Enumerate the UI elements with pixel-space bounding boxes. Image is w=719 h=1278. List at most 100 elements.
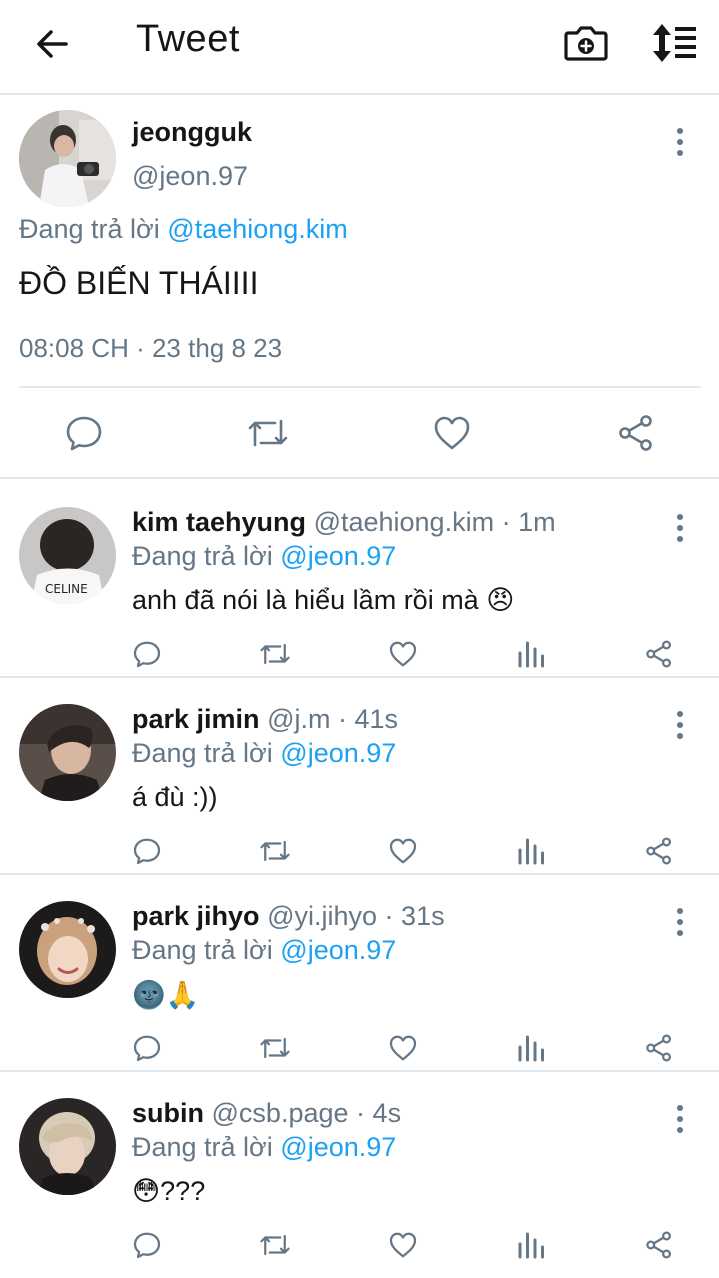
avatar-image — [19, 704, 116, 801]
reply-time: 4s — [372, 1098, 402, 1128]
more-options-button[interactable] — [665, 905, 695, 939]
share-button[interactable] — [610, 407, 662, 459]
reply-button[interactable] — [129, 636, 165, 672]
share-icon — [646, 1231, 671, 1259]
author-name[interactable]: park jimin — [132, 704, 260, 734]
reply-button[interactable] — [129, 833, 165, 869]
avatar[interactable] — [19, 901, 116, 998]
reply-icon — [133, 1035, 161, 1062]
reply-button[interactable] — [58, 407, 110, 459]
replying-to-label: Đang trả lời — [132, 935, 273, 965]
retweet-button[interactable] — [257, 1227, 293, 1263]
replying-to: Đang trả lời @jeon.97 — [132, 1132, 396, 1163]
share-button[interactable] — [641, 636, 677, 672]
author-name[interactable]: kim taehyung — [132, 507, 306, 537]
replying-to-handle-link[interactable]: @jeon.97 — [280, 935, 396, 965]
replying-to-label: Đang trả lời — [132, 1132, 273, 1162]
svg-text:CELINE: CELINE — [45, 582, 88, 596]
like-icon — [434, 416, 470, 450]
retweet-button[interactable] — [257, 833, 293, 869]
reply-button[interactable] — [129, 1030, 165, 1066]
more-vertical-icon — [677, 711, 683, 739]
like-button[interactable] — [426, 407, 478, 459]
like-icon — [389, 641, 417, 667]
replying-to: Đang trả lời @jeon.97 — [132, 541, 396, 572]
analytics-button[interactable] — [513, 1227, 549, 1263]
author-name[interactable]: park jihyo — [132, 901, 260, 931]
page-title: Tweet — [136, 18, 240, 60]
reply-emoji: 🌚🙏 — [132, 980, 200, 1010]
retweet-icon — [248, 419, 288, 447]
replying-to-handle-link[interactable]: @jeon.97 — [280, 541, 396, 571]
more-options-button[interactable] — [665, 708, 695, 742]
reply-tweet[interactable]: subin @csb.page · 4s Đang trả lời @jeon.… — [0, 1072, 719, 1269]
replying-to-handle-link[interactable]: @jeon.97 — [280, 1132, 396, 1162]
back-button[interactable] — [30, 22, 74, 66]
avatar-image — [19, 1098, 116, 1195]
author-handle[interactable]: @yi.jihyo — [267, 901, 377, 931]
author-name[interactable]: subin — [132, 1098, 204, 1128]
retweet-button[interactable] — [257, 1030, 293, 1066]
reply-time: 41s — [354, 704, 399, 734]
author-handle[interactable]: @j.m — [267, 704, 330, 734]
avatar[interactable] — [19, 704, 116, 801]
more-options-button[interactable] — [665, 125, 695, 159]
avatar[interactable] — [19, 1098, 116, 1195]
more-vertical-icon — [677, 1105, 683, 1133]
top-app-bar: Tweet — [0, 0, 719, 95]
author-handle[interactable]: @jeon.97 — [132, 161, 248, 192]
reply-header: park jihyo @yi.jihyo · 31s — [132, 901, 445, 931]
arrow-left-icon — [37, 30, 68, 58]
like-icon — [389, 1035, 417, 1061]
like-button[interactable] — [385, 1030, 421, 1066]
share-icon — [619, 415, 652, 451]
analytics-button[interactable] — [513, 1030, 549, 1066]
replying-to: Đang trả lời @jeon.97 — [132, 738, 396, 769]
like-icon — [389, 838, 417, 864]
author-handle[interactable]: @taehiong.kim — [314, 507, 495, 537]
analytics-button[interactable] — [513, 636, 549, 672]
reply-button[interactable] — [129, 1227, 165, 1263]
more-options-button[interactable] — [665, 511, 695, 545]
replying-to-handle-link[interactable]: @jeon.97 — [280, 738, 396, 768]
reply-text-body: anh đã nói là hiểu lầm rồi mà — [132, 585, 479, 615]
share-button[interactable] — [641, 1227, 677, 1263]
like-button[interactable] — [385, 833, 421, 869]
like-button[interactable] — [385, 1227, 421, 1263]
sort-button[interactable] — [649, 20, 699, 66]
author-name[interactable]: jeongguk — [132, 117, 252, 148]
reply-tweet[interactable]: CELINE kim taehyung @taehiong.kim · 1m Đ… — [0, 481, 719, 678]
retweet-button[interactable] — [257, 636, 293, 672]
reply-header: park jimin @j.m · 41s — [132, 704, 399, 734]
more-options-button[interactable] — [665, 1102, 695, 1136]
divider — [19, 386, 701, 388]
analytics-button[interactable] — [513, 833, 549, 869]
reply-icon — [133, 1232, 161, 1259]
camera-button[interactable] — [563, 20, 609, 66]
retweet-icon — [260, 840, 290, 862]
retweet-icon — [260, 1037, 290, 1059]
reply-tweet[interactable]: park jihyo @yi.jihyo · 31s Đang trả lời … — [0, 875, 719, 1072]
share-button[interactable] — [641, 1030, 677, 1066]
analytics-icon — [518, 1232, 544, 1259]
retweet-button[interactable] — [242, 407, 294, 459]
reply-text-body: ??? — [160, 1176, 206, 1206]
author-handle[interactable]: @csb.page — [212, 1098, 349, 1128]
replying-to: Đang trả lời @taehiong.kim — [19, 214, 348, 245]
reply-tweet[interactable]: park jimin @j.m · 41s Đang trả lời @jeon… — [0, 678, 719, 875]
like-icon — [389, 1232, 417, 1258]
replying-to-label: Đang trả lời — [132, 738, 273, 768]
share-icon — [646, 1034, 671, 1062]
reply-actions — [0, 1227, 719, 1263]
avatar[interactable] — [19, 110, 116, 207]
reply-icon — [66, 416, 102, 451]
main-tweet: jeongguk @jeon.97 Đang trả lời @taehiong… — [0, 97, 719, 479]
like-button[interactable] — [385, 636, 421, 672]
share-icon — [646, 837, 671, 865]
reply-header: kim taehyung @taehiong.kim · 1m — [132, 507, 556, 537]
share-button[interactable] — [641, 833, 677, 869]
replying-to-handle-link[interactable]: @taehiong.kim — [167, 214, 348, 244]
avatar[interactable]: CELINE — [19, 507, 116, 604]
reply-time: 31s — [401, 901, 445, 931]
reply-actions — [0, 1030, 719, 1066]
